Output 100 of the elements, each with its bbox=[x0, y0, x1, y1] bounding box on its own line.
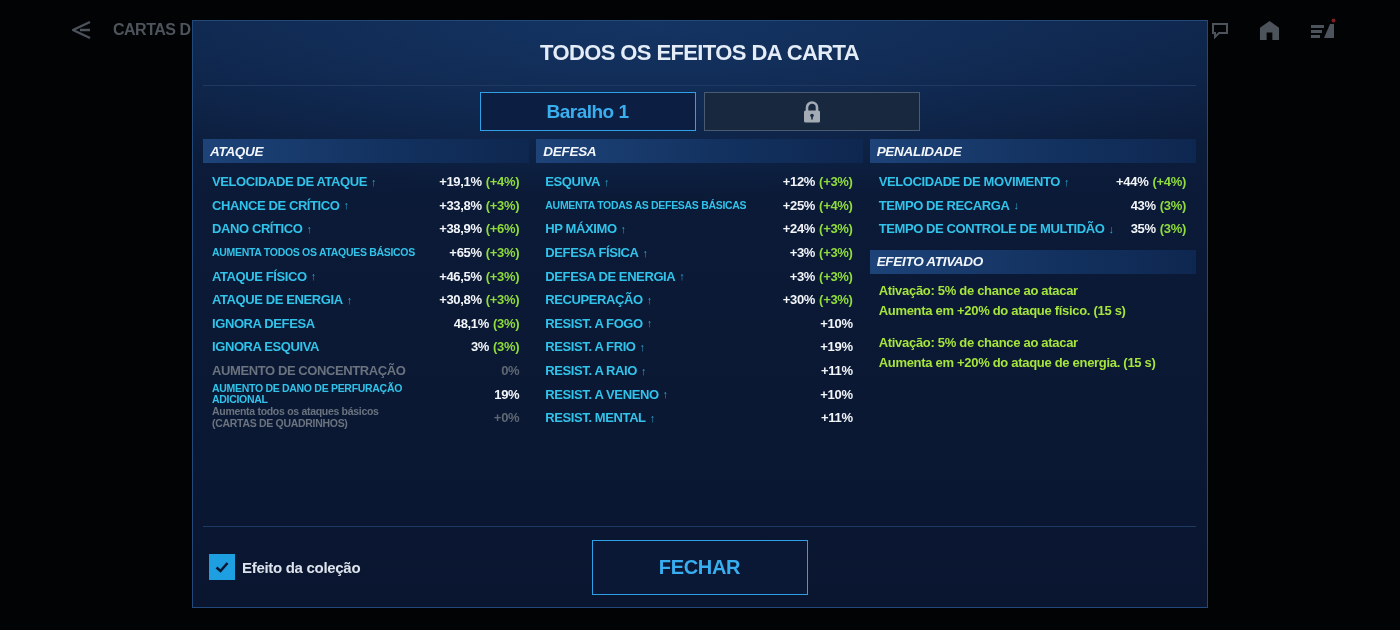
effect-result-text: Aumenta em +20% do ataque de energia. (15 s) bbox=[878, 353, 1156, 372]
stat-value: +33,8% bbox=[439, 197, 482, 213]
bonus-value: (+4%) bbox=[485, 174, 520, 190]
bonus-value: (3%) bbox=[493, 339, 520, 355]
stat-label: DEFESA DE ENERGIA bbox=[545, 268, 676, 284]
stat-label: DANO CRÍTICO bbox=[212, 221, 303, 237]
trend-arrow: ↑ bbox=[310, 270, 317, 283]
trend-arrow: ↑ bbox=[346, 293, 353, 306]
dialog-title: TODOS OS EFEITOS DA CARTA bbox=[539, 40, 860, 66]
section-header: PENALIDADE bbox=[869, 139, 1196, 163]
chat-icon[interactable] bbox=[1211, 21, 1229, 39]
effect-trigger-text: Ativação: 5% de chance ao atacar bbox=[878, 333, 1078, 352]
stat-label: AUMENTA TODOS OS ATAQUES BÁSICOS bbox=[212, 246, 415, 259]
bonus-value: (3%) bbox=[1159, 197, 1186, 213]
bonus-value: (+3%) bbox=[485, 245, 520, 261]
stat-value: 48,1% bbox=[453, 315, 490, 331]
effect-result-text: Aumenta em +20% do ataque físico. (15 s) bbox=[878, 301, 1126, 320]
bonus-value: (+6%) bbox=[485, 221, 520, 237]
stat-value: +30% bbox=[782, 292, 816, 308]
stat-label: TEMPO DE CONTROLE DE MULTIDÃO bbox=[878, 221, 1105, 237]
effect-trigger-text: Ativação: 5% de chance ao atacar bbox=[878, 281, 1078, 300]
stat-label: HP MÁXIMO bbox=[545, 221, 617, 237]
trend-arrow: ↑ bbox=[604, 175, 610, 188]
stat-label: AUMENTO DE CONCENTRAÇÃO bbox=[212, 363, 406, 379]
trend-arrow: ↑ bbox=[1063, 175, 1070, 188]
section-header: DEFESA bbox=[536, 139, 863, 163]
trend-arrow: ↑ bbox=[306, 223, 313, 235]
stat-label: AUMENTA TODAS AS DEFESAS BÁSICAS bbox=[545, 199, 747, 212]
stat-label: RESIST. A VENENO bbox=[545, 386, 659, 402]
stat-label: RESIST. MENTAL bbox=[545, 410, 646, 426]
stat-label: RESIST. A FOGO bbox=[545, 315, 643, 331]
stat-value: +12% bbox=[782, 174, 816, 190]
stat-value: +11% bbox=[820, 363, 853, 379]
stat-label: RESIST. A RAIO bbox=[545, 363, 637, 379]
stat-value: +19,1% bbox=[439, 174, 482, 190]
bonus-value: (+3%) bbox=[819, 174, 853, 190]
stat-value: +38,9% bbox=[439, 221, 482, 237]
stat-value: +65% bbox=[449, 245, 482, 261]
trend-arrow: ↑ bbox=[642, 246, 649, 259]
stat-value: +3% bbox=[789, 268, 816, 284]
trend-arrow: ↓ bbox=[1013, 199, 1019, 212]
section-header: ATAQUE bbox=[203, 139, 530, 163]
bonus-value: (+3%) bbox=[819, 245, 853, 261]
stat-value: 43% bbox=[1130, 197, 1156, 213]
trend-arrow: ↑ bbox=[662, 388, 669, 401]
stat-label: DEFESA FÍSICA bbox=[545, 245, 639, 261]
trend-arrow: ↓ bbox=[1108, 223, 1114, 235]
bonus-value: (+4%) bbox=[1152, 174, 1186, 190]
bonus-value: (+3%) bbox=[819, 221, 853, 237]
stat-value: 19% bbox=[494, 386, 520, 402]
stat-label: TEMPO DE RECARGA bbox=[878, 197, 1010, 213]
stat-label: VELOCIDADE DE ATAQUE bbox=[212, 174, 367, 190]
stat-label: ATAQUE FÍSICO bbox=[212, 268, 307, 284]
stat-label: IGNORA DEFESA bbox=[212, 315, 315, 331]
stat-value: +0% bbox=[493, 410, 520, 426]
close-button[interactable]: FECHAR bbox=[591, 539, 808, 595]
stat-value: +24% bbox=[782, 221, 816, 237]
trend-arrow: ↑ bbox=[639, 340, 646, 353]
check-icon bbox=[215, 561, 229, 573]
bonus-value: (+3%) bbox=[485, 197, 520, 213]
back-arrow-icon[interactable] bbox=[70, 20, 92, 40]
trend-arrow: ↑ bbox=[620, 223, 627, 235]
checkbox-label[interactable]: Efeito da coleção bbox=[242, 558, 361, 576]
stat-label: CHANCE DE CRÍTICO bbox=[212, 197, 340, 213]
stat-value: +11% bbox=[820, 410, 853, 426]
trend-arrow: ↑ bbox=[371, 175, 377, 188]
trend-arrow: ↑ bbox=[646, 317, 653, 330]
bonus-value: (+3%) bbox=[485, 268, 520, 284]
trend-arrow: ↑ bbox=[646, 293, 653, 306]
stat-label: ATAQUE DE ENERGIA bbox=[212, 292, 343, 308]
stat-value: 35% bbox=[1130, 221, 1156, 237]
stat-value: +3% bbox=[789, 245, 816, 261]
stat-value: 0% bbox=[501, 363, 520, 379]
stat-value: +25% bbox=[782, 197, 816, 213]
stat-value: +10% bbox=[820, 386, 853, 402]
collection-checkbox[interactable] bbox=[209, 554, 235, 580]
deck-tab[interactable]: Baralho 1 bbox=[479, 92, 696, 131]
bonus-value: (3%) bbox=[1159, 221, 1186, 237]
bonus-value: (+3%) bbox=[819, 292, 853, 308]
trend-arrow: ↑ bbox=[679, 270, 685, 283]
bonus-value: (+3%) bbox=[819, 268, 853, 284]
stat-label: Aumenta todos os ataques básicos (CARTAS DE QUADRINHOS) bbox=[212, 406, 380, 430]
page-title: CARTAS D bbox=[113, 21, 191, 39]
lock-icon bbox=[802, 100, 821, 123]
stat-label: AUMENTO DE DANO DE PERFURAÇÃO ADICIONAL bbox=[212, 382, 404, 406]
trend-arrow: ↑ bbox=[641, 364, 647, 377]
stat-value: 3% bbox=[470, 339, 490, 355]
trend-arrow: ↑ bbox=[343, 199, 350, 212]
home-icon[interactable] bbox=[1259, 19, 1280, 41]
stat-value: +44% bbox=[1116, 174, 1149, 190]
stat-label: VELOCIDADE DE MOVIMENTO bbox=[878, 174, 1060, 190]
bonus-value: (+4%) bbox=[819, 197, 853, 213]
stat-label: RESIST. A FRIO bbox=[545, 339, 636, 355]
stat-value: +46,5% bbox=[439, 268, 482, 284]
bonus-value: (+3%) bbox=[485, 292, 520, 308]
trend-arrow: ↑ bbox=[649, 411, 656, 424]
deck-tab[interactable] bbox=[703, 92, 920, 131]
section-header: EFEITO ATIVADO bbox=[869, 249, 1196, 274]
bonus-value: (3%) bbox=[493, 315, 520, 331]
stat-value: +10% bbox=[820, 315, 853, 331]
